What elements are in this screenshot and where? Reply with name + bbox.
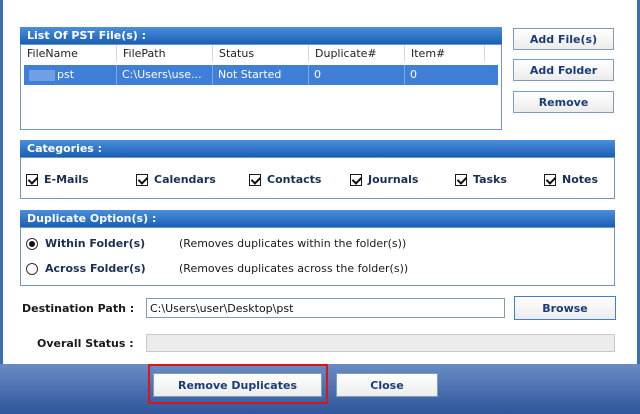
close-button[interactable]: Close	[336, 373, 438, 397]
destination-path-label: Destination Path :	[22, 302, 135, 315]
radio-across-folders[interactable]: Across Folder(s) (Removes duplicates acr…	[26, 262, 408, 275]
browse-button[interactable]: Browse	[514, 296, 616, 320]
duplicate-options-panel	[20, 227, 615, 286]
checkbox-icon[interactable]	[455, 173, 467, 186]
checkbox-icon[interactable]	[249, 173, 261, 186]
checkbox-calendars[interactable]: Calendars	[136, 173, 216, 186]
table-row[interactable]: pst C:\Users\use... Not Started 0 0	[24, 65, 498, 85]
categories-header: Categories :	[20, 140, 615, 157]
checkbox-contacts[interactable]: Contacts	[249, 173, 321, 186]
destination-path-input[interactable]	[146, 298, 505, 318]
duplicate-options-header: Duplicate Option(s) :	[20, 210, 615, 227]
pst-file-grid[interactable]: FileName FilePath Status Duplicate# Item…	[20, 44, 502, 130]
checkbox-icon[interactable]	[544, 173, 556, 186]
overall-status-label: Overall Status :	[37, 337, 134, 350]
radio-within-folders[interactable]: Within Folder(s) (Removes duplicates wit…	[26, 237, 406, 250]
checkbox-icon[interactable]	[136, 173, 148, 186]
col-filepath[interactable]: FilePath	[117, 45, 213, 62]
checkbox-icon[interactable]	[350, 173, 362, 186]
col-filename[interactable]: FileName	[21, 45, 117, 62]
col-item[interactable]: Item#	[405, 45, 485, 62]
row-filepath: C:\Users\use...	[117, 65, 213, 85]
add-files-button[interactable]: Add File(s)	[513, 28, 614, 50]
checkbox-tasks[interactable]: Tasks	[455, 173, 507, 186]
row-duplicate: 0	[309, 65, 405, 85]
overall-status-progress	[146, 334, 615, 352]
highlight-box	[148, 364, 328, 404]
col-duplicate[interactable]: Duplicate#	[309, 45, 405, 62]
row-filename: pst	[24, 65, 117, 85]
checkbox-notes[interactable]: Notes	[544, 173, 598, 186]
redacted-name	[29, 69, 55, 81]
add-folder-button[interactable]: Add Folder	[513, 59, 614, 81]
radio-selected-icon[interactable]	[26, 237, 38, 250]
col-status[interactable]: Status	[213, 45, 309, 62]
checkbox-icon[interactable]	[26, 173, 38, 186]
row-status: Not Started	[213, 65, 309, 85]
pst-list-header: List Of PST File(s) :	[20, 27, 502, 44]
checkbox-emails[interactable]: E-Mails	[26, 173, 89, 186]
categories-row: E-Mails Calendars Contacts Journals Task…	[26, 173, 606, 189]
checkbox-journals[interactable]: Journals	[350, 173, 418, 186]
grid-header: FileName FilePath Status Duplicate# Item…	[21, 45, 501, 62]
remove-button[interactable]: Remove	[513, 91, 614, 113]
row-item: 0	[410, 68, 417, 81]
radio-unselected-icon[interactable]	[26, 262, 38, 275]
